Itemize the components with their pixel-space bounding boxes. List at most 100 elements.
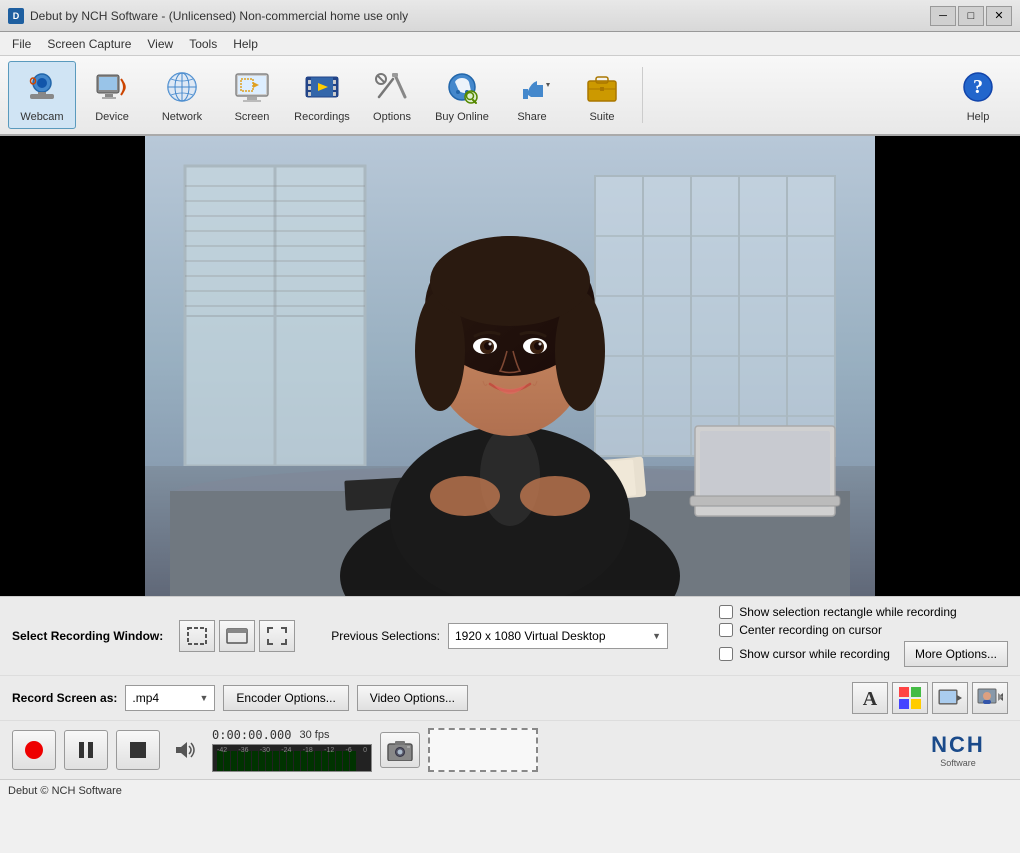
status-bar: Debut © NCH Software (0, 779, 1020, 801)
show-cursor-checkbox[interactable] (719, 647, 733, 661)
record-screen-label: Record Screen as: (12, 691, 117, 705)
record-circle (25, 741, 43, 759)
screen-video-button[interactable] (932, 682, 968, 714)
webcam-overlay-button[interactable] (972, 682, 1008, 714)
record-button[interactable] (12, 730, 56, 770)
menu-tools[interactable]: Tools (181, 35, 225, 53)
toolbar-screen[interactable]: Screen (218, 61, 286, 129)
network-icon (162, 67, 202, 107)
minimize-button[interactable]: ─ (930, 6, 956, 26)
center-cursor-checkbox[interactable] (719, 623, 733, 637)
toolbar-recordings[interactable]: Recordings (288, 61, 356, 129)
buyonline-icon (442, 67, 482, 107)
prev-selections-group: Previous Selections: 1920 x 1080 Virtual… (331, 623, 668, 649)
suite-icon (582, 67, 622, 107)
nch-logo: NCH Software (908, 728, 1008, 772)
stop-icon (130, 742, 146, 758)
toolbar-help[interactable]: ? Help (944, 61, 1012, 129)
level-meter: -42-36-30-24-18-12-60 (212, 744, 372, 772)
format-dropdown[interactable]: .mp4 ▼ (125, 685, 215, 711)
color-palette-button[interactable] (892, 682, 928, 714)
recordings-icon (302, 67, 342, 107)
menu-screen-capture[interactable]: Screen Capture (39, 35, 139, 53)
menu-bar: File Screen Capture View Tools Help (0, 32, 1020, 56)
title-bar-left: D Debut by NCH Software - (Unlicensed) N… (8, 8, 408, 24)
preview-scene (145, 136, 875, 596)
svg-text:A: A (863, 688, 878, 710)
recording-window-row: Select Recording Window: (0, 597, 1020, 676)
center-cursor-row: Center recording on cursor (719, 623, 1008, 637)
options-icon (372, 67, 412, 107)
close-button[interactable]: ✕ (986, 6, 1012, 26)
format-value: .mp4 (132, 691, 159, 705)
thumbnail-box (428, 728, 538, 772)
options-label: Options (373, 111, 411, 123)
controls-section: Select Recording Window: (0, 596, 1020, 779)
prev-sel-label: Previous Selections: (331, 629, 440, 643)
screen-label: Screen (235, 111, 270, 123)
title-bar: D Debut by NCH Software - (Unlicensed) N… (0, 0, 1020, 32)
status-text: Debut © NCH Software (8, 785, 122, 797)
show-cursor-label: Show cursor while recording (739, 647, 890, 661)
toolbar-separator (642, 67, 643, 123)
toolbar: Webcam Device (0, 56, 1020, 136)
time-display: 0:00:00.000 (212, 728, 291, 742)
dropdown-arrow: ▼ (652, 631, 661, 641)
help-icon: ? (958, 67, 998, 107)
toolbar-suite[interactable]: Suite (568, 61, 636, 129)
title-text: Debut by NCH Software - (Unlicensed) Non… (30, 9, 408, 23)
show-selection-checkbox[interactable] (719, 605, 733, 619)
webcam-label: Webcam (20, 111, 63, 123)
help-label: Help (967, 111, 990, 123)
stop-button[interactable] (116, 730, 160, 770)
show-selection-label: Show selection rectangle while recording (739, 605, 956, 619)
device-icon (92, 67, 132, 107)
prev-sel-dropdown[interactable]: 1920 x 1080 Virtual Desktop ▼ (448, 623, 668, 649)
text-annotation-button[interactable]: A (852, 682, 888, 714)
nch-logo-text: NCH (931, 732, 985, 758)
checkboxes-group: Show selection rectangle while recording… (719, 605, 1008, 667)
select-recording-label: Select Recording Window: (12, 629, 163, 643)
fullscreen-select-button[interactable] (259, 620, 295, 652)
toolbar-webcam[interactable]: Webcam (8, 61, 76, 129)
toolbar-buyonline[interactable]: Buy Online (428, 61, 496, 129)
preview-area (0, 136, 1020, 596)
webcam-icon (22, 67, 62, 107)
fps-display: 30 fps (299, 729, 329, 741)
device-label: Device (95, 111, 129, 123)
show-cursor-row: Show cursor while recording More Options… (719, 641, 1008, 667)
volume-button[interactable] (168, 730, 204, 770)
svg-text:?: ? (973, 76, 983, 98)
pause-button[interactable] (64, 730, 108, 770)
menu-file[interactable]: File (4, 35, 39, 53)
transport-bar: 0:00:00.000 30 fps -42-36-30-24-18-12-60 (0, 721, 1020, 779)
video-options-button[interactable]: Video Options... (357, 685, 468, 711)
toolbar-device[interactable]: Device (78, 61, 146, 129)
share-label: Share (517, 111, 546, 123)
maximize-button[interactable]: □ (958, 6, 984, 26)
title-controls: ─ □ ✕ (930, 6, 1012, 26)
record-screen-row: Record Screen as: .mp4 ▼ Encoder Options… (0, 676, 1020, 721)
toolbar-share[interactable]: Share (498, 61, 566, 129)
share-icon (512, 67, 552, 107)
window-select-button[interactable] (219, 620, 255, 652)
prev-sel-value: 1920 x 1080 Virtual Desktop (455, 629, 606, 643)
meter-labels: -42-36-30-24-18-12-60 (217, 747, 367, 754)
pause-icon (79, 742, 93, 758)
menu-view[interactable]: View (139, 35, 181, 53)
screen-icon (232, 67, 272, 107)
network-label: Network (162, 111, 202, 123)
menu-help[interactable]: Help (225, 35, 266, 53)
more-options-button[interactable]: More Options... (904, 641, 1008, 667)
screenshot-button[interactable] (380, 732, 420, 768)
right-icons: A (852, 682, 1008, 714)
toolbar-network[interactable]: Network (148, 61, 216, 129)
recordings-label: Recordings (294, 111, 350, 123)
format-dropdown-arrow: ▼ (199, 693, 208, 703)
region-select-button[interactable] (179, 620, 215, 652)
toolbar-options[interactable]: Options (358, 61, 426, 129)
encoder-options-button[interactable]: Encoder Options... (223, 685, 348, 711)
show-selection-row: Show selection rectangle while recording (719, 605, 1008, 619)
center-cursor-label: Center recording on cursor (739, 623, 882, 637)
buyonline-label: Buy Online (435, 111, 489, 123)
